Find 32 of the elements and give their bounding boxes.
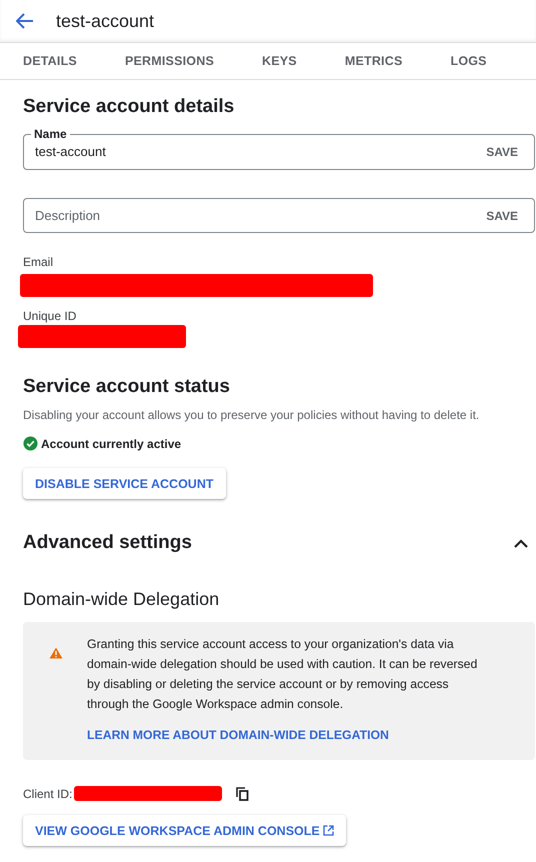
subsection-title: Domain-wide Delegation: [23, 589, 220, 610]
tab[interactable]: METRICS: [344, 54, 402, 68]
warning-text: Granting this service account access to your organization's data via domain-wide delegation should be used with caution. It can be reversed by disabling or deleting the service account or by removing access through the Google Workspace admin console.: [87, 636, 478, 713]
save-button[interactable]: SAVE: [486, 208, 518, 222]
save-button[interactable]: SAVE: [486, 144, 518, 158]
client-id-label: Client ID:: [23, 786, 72, 800]
tab[interactable]: DETAILS: [23, 54, 77, 68]
name-field[interactable]: Name test-account SAVE: [23, 127, 535, 170]
copy-button[interactable]: [236, 786, 250, 800]
external-link-icon: [322, 825, 334, 836]
collapse-button[interactable]: [514, 538, 528, 548]
tab[interactable]: KEYS: [262, 54, 297, 68]
admin-console-button[interactable]: VIEW GOOGLE WORKSPACE ADMIN CONSOLE: [23, 815, 346, 846]
chevron-icon: [514, 538, 528, 548]
tab[interactable]: LOGS: [450, 54, 487, 68]
email-label: Email: [23, 255, 54, 269]
status-text: Account currently active: [41, 436, 182, 450]
disable-account-button[interactable]: DISABLE SERVICE ACCOUNT: [23, 468, 226, 499]
unique-id-label: Unique ID: [23, 309, 78, 323]
learn-more-link[interactable]: LEARN MORE ABOUT DOMAIN-WIDE DELEGATION: [87, 728, 389, 742]
field-label: Name: [33, 127, 68, 141]
page-title: test-account: [56, 10, 154, 32]
section-title: Advanced settings: [23, 532, 192, 554]
warning-icon: [49, 647, 63, 659]
section-title: Service account status: [23, 376, 231, 398]
back-arrow-icon: [16, 13, 34, 29]
back-button[interactable]: [16, 13, 34, 29]
tab[interactable]: PERMISSIONS: [124, 54, 214, 68]
description-field[interactable]: Description SAVE: [23, 198, 535, 233]
status-description: Disabling your account allows you to preserve your policies without having to delete it.: [23, 408, 480, 422]
section-title: Service account details: [23, 96, 236, 118]
copy-icon: [236, 786, 250, 800]
